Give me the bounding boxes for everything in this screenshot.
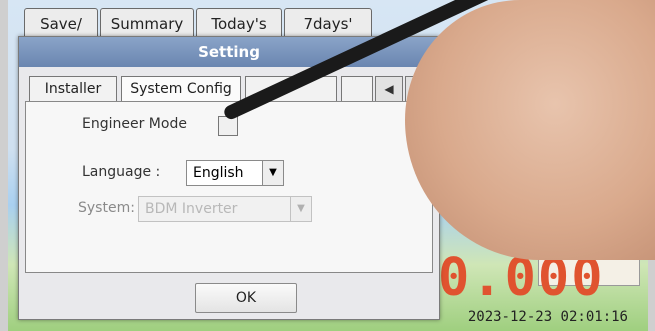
system-label: System: [78, 200, 135, 216]
tab-row: Installer System Config ◀ ▶ [25, 76, 433, 103]
system-config-panel: Engineer Mode Language : English ▼ Syste… [25, 101, 433, 273]
tab-hidden-4[interactable] [341, 76, 373, 102]
engineer-mode-label: Engineer Mode [82, 116, 187, 132]
timestamp: 2023-12-23 02:01:16 [467, 309, 628, 325]
chevron-down-icon[interactable]: ▼ [262, 161, 283, 185]
language-value: English [193, 165, 244, 181]
setting-dialog: Setting Installer System Config ◀ ▶ Engi… [18, 36, 440, 320]
tab-scroll-left-icon[interactable]: ◀ [375, 76, 403, 102]
chevron-down-icon[interactable]: ▼ [290, 197, 311, 221]
system-select[interactable]: BDM Inverter ▼ [138, 196, 312, 222]
engineer-mode-checkbox[interactable] [218, 116, 238, 136]
system-value: BDM Inverter [145, 201, 238, 217]
language-select[interactable]: English ▼ [186, 160, 284, 186]
ok-button[interactable]: OK [195, 283, 297, 313]
tab-system-config[interactable]: System Config [121, 76, 241, 103]
tab-installer[interactable]: Installer [29, 76, 117, 102]
language-label: Language : [82, 164, 161, 180]
